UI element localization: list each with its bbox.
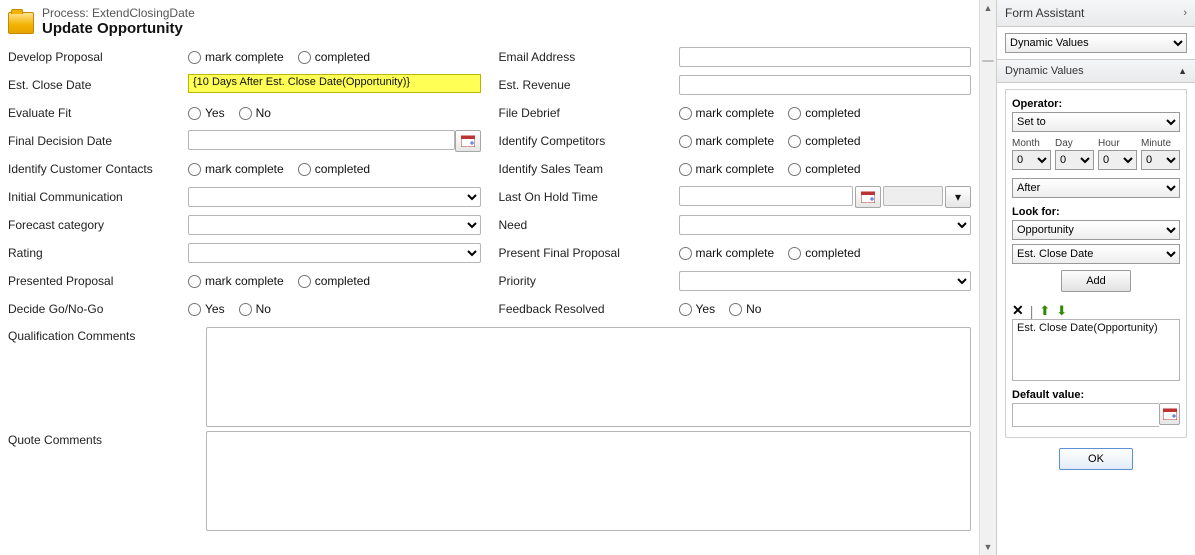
feedback-resolved-no[interactable]: [729, 303, 742, 316]
selected-values-list[interactable]: Est. Close Date(Opportunity): [1012, 319, 1180, 381]
last-on-hold-time-input: [883, 186, 943, 206]
minute-label: Minute: [1141, 138, 1180, 149]
label-develop-proposal: Develop Proposal: [8, 50, 188, 64]
calendar-icon[interactable]: [455, 130, 481, 152]
form-assistant-title: Form Assistant: [1005, 6, 1084, 20]
look-for-label: Look for:: [1012, 206, 1180, 218]
quote-comments-input[interactable]: [206, 431, 971, 531]
time-picker-icon[interactable]: ▾: [945, 186, 971, 208]
label-email-address: Email Address: [499, 50, 679, 64]
label-last-on-hold-time: Last On Hold Time: [499, 190, 679, 204]
look-for-attribute-select[interactable]: Est. Close Date: [1012, 244, 1180, 264]
label-decide-go-no-go: Decide Go/No-Go: [8, 302, 188, 316]
evaluate-fit-yes[interactable]: [188, 107, 201, 120]
email-address-input[interactable]: [679, 47, 972, 67]
label-need: Need: [499, 218, 679, 232]
operator-label: Operator:: [1012, 98, 1180, 110]
label-forecast-category: Forecast category: [8, 218, 188, 232]
identify-competitors-mark-complete[interactable]: [679, 135, 692, 148]
process-name: Process: ExtendClosingDate: [42, 6, 195, 20]
collapse-icon[interactable]: ▲: [1178, 66, 1187, 76]
presented-proposal-mark-complete[interactable]: [188, 275, 201, 288]
default-value-input[interactable]: [1012, 403, 1159, 427]
hours-select[interactable]: 0: [1098, 150, 1137, 170]
form-assistant-mode-select[interactable]: Dynamic Values: [1005, 33, 1187, 53]
identify-sales-team-completed[interactable]: [788, 163, 801, 176]
main-scrollbar[interactable]: ▲ ▼: [979, 0, 996, 555]
present-final-proposal-completed[interactable]: [788, 247, 801, 260]
label-initial-communication: Initial Communication: [8, 190, 188, 204]
label-identify-competitors: Identify Competitors: [499, 134, 679, 148]
days-select[interactable]: 0: [1055, 150, 1094, 170]
hour-label: Hour: [1098, 138, 1137, 149]
ok-button[interactable]: OK: [1059, 448, 1133, 470]
label-evaluate-fit: Evaluate Fit: [8, 106, 188, 120]
need-select[interactable]: [679, 215, 972, 235]
last-on-hold-date-input[interactable]: [679, 186, 854, 206]
priority-select[interactable]: [679, 271, 972, 291]
list-item[interactable]: Est. Close Date(Opportunity): [1017, 322, 1175, 334]
default-value-label: Default value:: [1012, 389, 1180, 401]
add-button[interactable]: Add: [1061, 270, 1131, 292]
before-after-select[interactable]: After: [1012, 178, 1180, 198]
decide-go-no-go-yes[interactable]: [188, 303, 201, 316]
operator-select[interactable]: Set to: [1012, 112, 1180, 132]
label-est-revenue: Est. Revenue: [499, 78, 679, 92]
identify-customer-contacts-mark-complete[interactable]: [188, 163, 201, 176]
move-down-icon[interactable]: ⬇: [1056, 303, 1067, 319]
page-title: Update Opportunity: [42, 20, 195, 37]
present-final-proposal-mark-complete[interactable]: [679, 247, 692, 260]
label-rating: Rating: [8, 246, 188, 260]
month-label: Month: [1012, 138, 1051, 149]
calendar-icon[interactable]: [1159, 403, 1180, 425]
est-revenue-input[interactable]: [679, 75, 972, 95]
final-decision-date-input[interactable]: [188, 130, 455, 150]
identify-competitors-completed[interactable]: [788, 135, 801, 148]
label-qualification-comments: Qualification Comments: [8, 327, 188, 343]
label-identify-customer-contacts: Identify Customer Contacts: [8, 162, 188, 176]
label-feedback-resolved: Feedback Resolved: [499, 302, 679, 316]
chevron-right-icon[interactable]: ›: [1183, 7, 1187, 19]
label-identify-sales-team: Identify Sales Team: [499, 162, 679, 176]
process-folder-icon: [8, 12, 34, 34]
label-presented-proposal: Presented Proposal: [8, 274, 188, 288]
file-debrief-completed[interactable]: [788, 107, 801, 120]
file-debrief-mark-complete[interactable]: [679, 107, 692, 120]
scroll-up-icon[interactable]: ▲: [980, 0, 996, 16]
label-quote-comments: Quote Comments: [8, 431, 188, 447]
day-label: Day: [1055, 138, 1094, 149]
forecast-category-select[interactable]: [188, 215, 481, 235]
scroll-down-icon[interactable]: ▼: [980, 539, 996, 555]
identify-customer-contacts-completed[interactable]: [298, 163, 311, 176]
look-for-entity-select[interactable]: Opportunity: [1012, 220, 1180, 240]
evaluate-fit-no[interactable]: [239, 107, 252, 120]
initial-communication-select[interactable]: [188, 187, 481, 207]
develop-proposal-mark-complete[interactable]: [188, 51, 201, 64]
move-up-icon[interactable]: ⬆: [1039, 303, 1050, 319]
minutes-select[interactable]: 0: [1141, 150, 1180, 170]
label-file-debrief: File Debrief: [499, 106, 679, 120]
rating-select[interactable]: [188, 243, 481, 263]
dynamic-values-section-title: Dynamic Values: [1005, 65, 1084, 77]
months-select[interactable]: 0: [1012, 150, 1051, 170]
develop-proposal-completed[interactable]: [298, 51, 311, 64]
presented-proposal-completed[interactable]: [298, 275, 311, 288]
label-final-decision-date: Final Decision Date: [8, 134, 188, 148]
label-present-final-proposal: Present Final Proposal: [499, 246, 679, 260]
decide-go-no-go-no[interactable]: [239, 303, 252, 316]
scrollbar-thumb[interactable]: [982, 60, 994, 62]
label-est-close-date: Est. Close Date: [8, 78, 188, 92]
est-close-date-value[interactable]: {10 Days After Est. Close Date(Opportuni…: [188, 74, 481, 93]
remove-icon[interactable]: ✕: [1012, 302, 1024, 319]
label-priority: Priority: [499, 274, 679, 288]
qualification-comments-input[interactable]: [206, 327, 971, 427]
identify-sales-team-mark-complete[interactable]: [679, 163, 692, 176]
feedback-resolved-yes[interactable]: [679, 303, 692, 316]
calendar-icon[interactable]: [855, 186, 881, 208]
